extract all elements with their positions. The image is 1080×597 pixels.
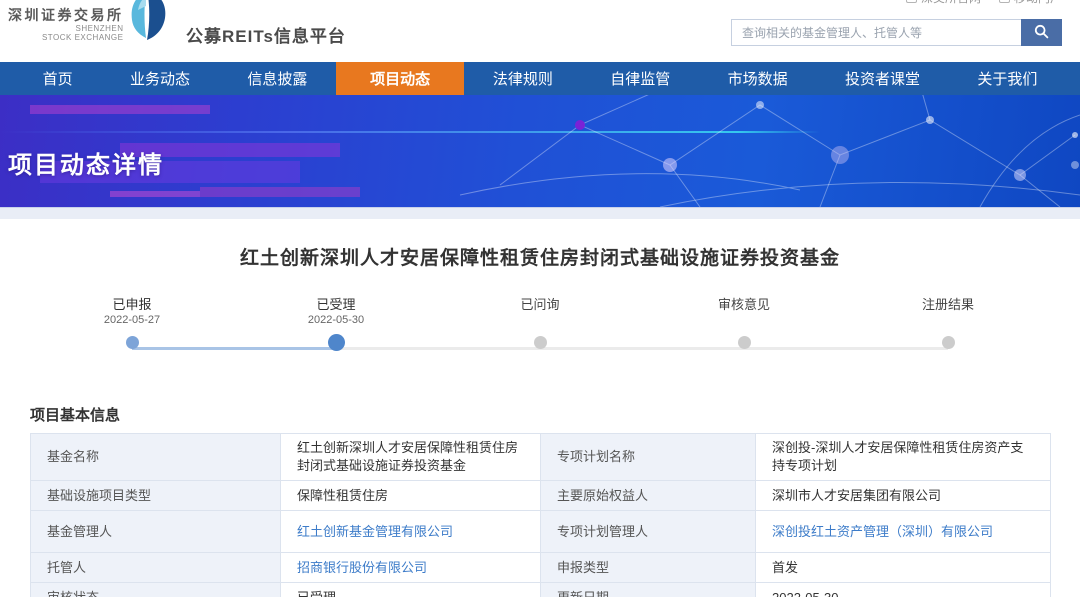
value-abs-plan-name: 深创投-深圳人才安居保障性租赁住房资产支持专项计划	[756, 434, 1051, 481]
fund-title: 红土创新深圳人才安居保障性租赁住房封闭式基础设施证券投资基金	[0, 243, 1080, 270]
header-search	[731, 19, 1062, 46]
project-basic-info-table: 基金名称 红土创新深圳人才安居保障性租赁住房封闭式基础设施证券投资基金 专项计划…	[30, 433, 1051, 597]
section-title-basic-info: 项目基本信息	[30, 404, 1050, 425]
table-row: 基金管理人 红土创新基金管理有限公司 专项计划管理人 深创投红土资产管理（深圳）…	[31, 511, 1051, 553]
table-row: 基础设施项目类型 保障性租赁住房 主要原始权益人 深圳市人才安居集团有限公司	[31, 481, 1051, 511]
link-abs-plan-manager[interactable]: 深创投红土资产管理（深圳）有限公司	[772, 524, 993, 539]
timeline-step-registration-result: 注册结果	[846, 296, 1050, 368]
site-grid-icon	[906, 0, 917, 3]
label-fund-manager: 基金管理人	[31, 511, 281, 553]
exchange-name-en: SHENZHEN STOCK EXCHANGE	[8, 24, 124, 42]
header-top-links: 深交所官网 移动门户	[906, 0, 1062, 6]
link-fund-manager[interactable]: 红土创新基金管理有限公司	[297, 524, 453, 539]
label-original-owner: 主要原始权益人	[541, 481, 756, 511]
value-review-status: 已受理	[281, 583, 541, 597]
value-fund-name: 红土创新深圳人才安居保障性租赁住房封闭式基础设施证券投资基金	[281, 434, 541, 481]
banner-decoration	[200, 187, 360, 197]
step-dot	[126, 336, 139, 349]
nav-item-business-news[interactable]: 业务动态	[101, 62, 218, 95]
nav-item-market-data[interactable]: 市场数据	[699, 62, 816, 95]
mobile-icon	[999, 0, 1010, 3]
top-link-official-site[interactable]: 深交所官网	[906, 0, 981, 6]
exchange-logo[interactable]: 深圳证券交易所 SHENZHEN STOCK EXCHANGE	[8, 6, 124, 42]
page-title: 项目动态详情	[8, 145, 164, 180]
nav-item-laws-rules[interactable]: 法律规则	[464, 62, 581, 95]
nav-item-investor-classroom[interactable]: 投资者课堂	[816, 62, 948, 95]
step-dot	[328, 334, 345, 351]
review-status-timeline: 已申报 2022-05-27 已受理 2022-05-30 已问询 审核意见 注…	[30, 296, 1050, 368]
nav-item-project-updates[interactable]: 项目动态	[336, 62, 464, 95]
step-dot	[942, 336, 955, 349]
value-declaration-type: 首发	[756, 553, 1051, 583]
nav-item-self-regulation[interactable]: 自律监管	[582, 62, 699, 95]
search-button[interactable]	[1021, 19, 1062, 46]
banner-network-graphic	[460, 95, 1080, 207]
nav-item-home[interactable]: 首页	[14, 62, 101, 95]
label-abs-plan-manager: 专项计划管理人	[541, 511, 756, 553]
label-abs-plan-name: 专项计划名称	[541, 434, 756, 481]
timeline-step-inquired: 已问询	[438, 296, 642, 368]
nav-item-about-us[interactable]: 关于我们	[949, 62, 1066, 95]
label-review-status: 审核状态	[31, 583, 281, 597]
top-link-mobile-portal[interactable]: 移动门户	[999, 0, 1062, 6]
nav-item-info-disclosure[interactable]: 信息披露	[219, 62, 336, 95]
search-icon	[1034, 24, 1049, 42]
szse-logo-icon	[122, 0, 172, 47]
value-update-date: 2022-05-30	[756, 583, 1051, 597]
timeline-step-review-opinion: 审核意见	[642, 296, 846, 368]
label-custodian: 托管人	[31, 553, 281, 583]
table-row: 基金名称 红土创新深圳人才安居保障性租赁住房封闭式基础设施证券投资基金 专项计划…	[31, 434, 1051, 481]
banner-decoration	[110, 191, 200, 197]
platform-title: 公募REITs信息平台	[186, 22, 346, 47]
timeline-step-declared: 已申报 2022-05-27	[30, 296, 234, 368]
page-banner: 项目动态详情	[0, 95, 1080, 207]
table-row: 审核状态 已受理 更新日期 2022-05-30	[31, 583, 1051, 597]
table-row: 托管人 招商银行股份有限公司 申报类型 首发	[31, 553, 1051, 583]
banner-sub-strip	[0, 207, 1080, 219]
link-custodian[interactable]: 招商银行股份有限公司	[297, 560, 427, 575]
search-input[interactable]	[731, 19, 1021, 46]
main-nav: 首页 业务动态 信息披露 项目动态 法律规则 自律监管 市场数据 投资者课堂 关…	[0, 62, 1080, 95]
value-infra-project-type: 保障性租赁住房	[281, 481, 541, 511]
step-dot	[738, 336, 751, 349]
label-fund-name: 基金名称	[31, 434, 281, 481]
step-dot	[534, 336, 547, 349]
label-infra-project-type: 基础设施项目类型	[31, 481, 281, 511]
label-declaration-type: 申报类型	[541, 553, 756, 583]
timeline-step-accepted: 已受理 2022-05-30	[234, 296, 438, 368]
banner-decoration	[30, 105, 210, 114]
exchange-name-cn: 深圳证券交易所	[8, 6, 124, 24]
value-original-owner: 深圳市人才安居集团有限公司	[756, 481, 1051, 511]
site-header: 深圳证券交易所 SHENZHEN STOCK EXCHANGE 公募REITs信…	[0, 0, 1080, 62]
label-update-date: 更新日期	[541, 583, 756, 597]
